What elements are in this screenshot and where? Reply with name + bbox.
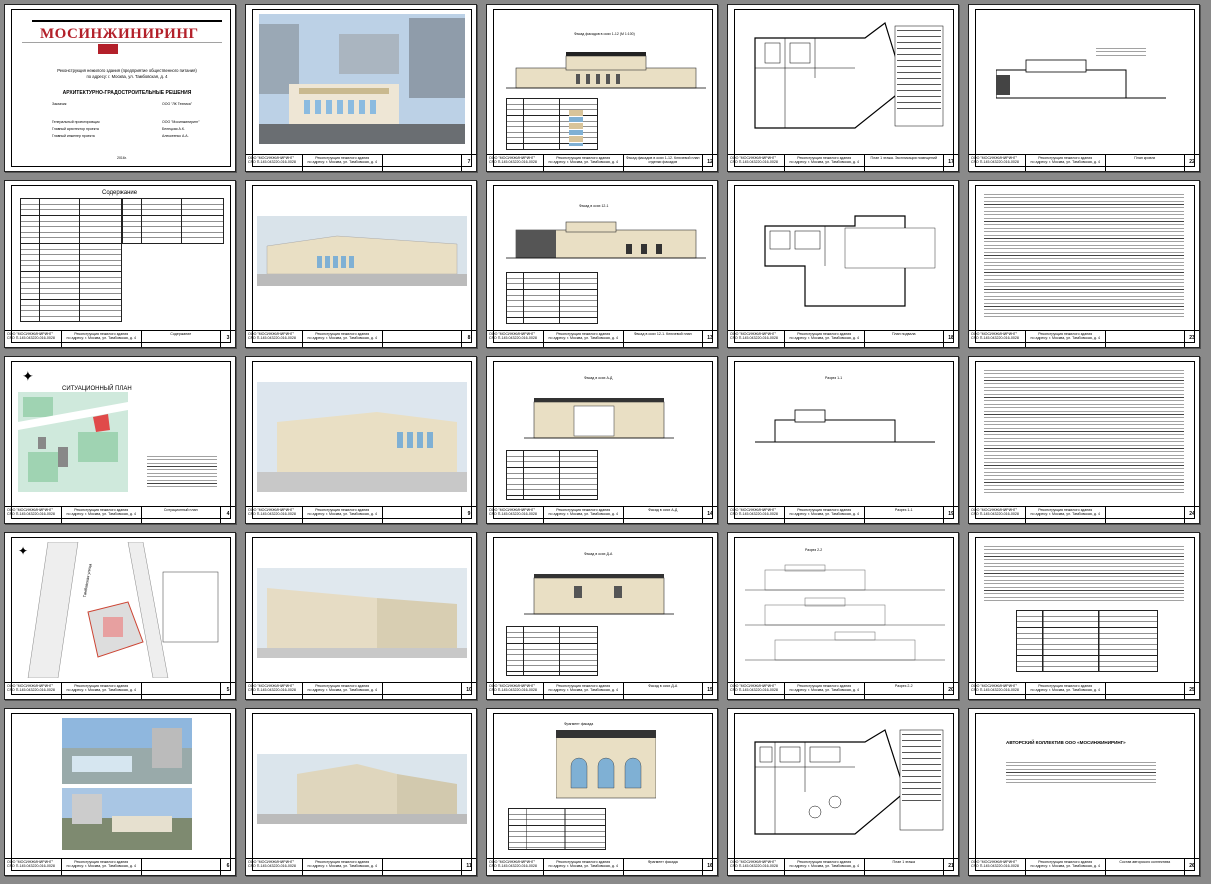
render-image [257,382,467,492]
sheet-frame: МОСИНЖИНИРИНГ Реконструкция нежилого зда… [11,9,231,167]
title-block: ООО "МОСИНЖИНИРИНГ" СРО П-145.043220-016-… [728,858,958,875]
roof-section [996,59,1166,99]
floor-plan [754,729,944,835]
map-legend [147,454,217,490]
compass-icon: ✦ [22,368,34,384]
facade-drawing [524,398,674,439]
sheet-20[interactable]: Разрез 2-2 ООО "МОСИНЖИНИРИНГ" СРО П-145.… [727,532,959,700]
render-image [257,216,467,286]
sheet-9[interactable]: ООО "МОСИНЖИНИРИНГ" СРО П-145.043220-016-… [245,356,477,524]
building-photo [259,14,465,144]
existing-photo-2 [62,788,192,850]
facade-fragment [556,730,656,799]
sheet-18[interactable]: ООО "МОСИНЖИНИРИНГ" СРО П-145.043220-016-… [727,180,959,348]
title-block: ООО "МОСИНЖИНИРИНГ" СРО П-145.043220-016-… [246,858,476,875]
sheet-21[interactable]: ООО "МОСИНЖИНИРИНГ" СРО П-145.043220-016-… [727,708,959,876]
title-block: ООО "МОСИНЖИНИРИНГ" СРО П-145.043220-016-… [5,858,235,875]
section-title: АРХИТЕКТУРНО-ГРАДОСТРОИТЕЛЬНЫЕ РЕШЕНИЯ [62,90,192,96]
title-block: ООО "МОСИНЖИНИРИНГ" СРО П-145.043220-016-… [487,506,717,523]
title-block: ООО "МОСИНЖИНИРИНГ" СРО П-145.043220-016-… [487,682,717,699]
title-block: ООО "МОСИНЖИНИРИНГ" СРО П-145.043220-016-… [969,858,1199,875]
sheet-16[interactable]: Фрагмент фасада ООО "МОСИНЖИНИРИНГ" СРО П… [486,708,718,876]
facade-drawing [506,52,706,89]
basement-plan [764,215,936,307]
title-block: ООО "МОСИНЖИНИРИНГ" СРО П-145.043220-016-… [969,506,1199,523]
facade-drawing [506,221,706,259]
title-block: ООО "МОСИНЖИНИРИНГ" СРО П-145.043220-016-… [5,330,235,347]
finish-table [506,98,598,150]
sheet-grid: МОСИНЖИНИРИНГ Реконструкция нежилого зда… [0,0,1211,884]
contents-table-right [122,198,224,244]
logo-mark [98,44,118,54]
sheet-6[interactable]: ООО "МОСИНЖИНИРИНГ" СРО П-145.043220-016-… [4,708,236,876]
section-drawing [755,409,935,443]
sheet-5[interactable]: ✦ Тамбовская улица ООО "МОСИНЖИНИРИНГ" СР… [4,532,236,700]
sheet-19[interactable]: Разрез 1-1 ООО "МОСИНЖИНИРИНГ" СРО П-145.… [727,356,959,524]
sheet-12[interactable]: Фасад фасадов в осях 1-12 (М 1:100) ООО … [486,4,718,172]
finish-table [506,626,598,676]
sheet-17[interactable]: ООО "МОСИНЖИНИРИНГ" СРО П-145.043220-016-… [727,4,959,172]
title-block: ООО "МОСИНЖИНИРИНГ" СРО П-145.043220-016-… [246,506,476,523]
sheet-8[interactable]: ООО "МОСИНЖИНИРИНГ" СРО П-145.043220-016-… [245,180,477,348]
title-block: ООО "МОСИНЖИНИРИНГ" СРО П-145.043220-016-… [5,682,235,699]
title-block: ООО "МОСИНЖИНИРИНГ" СРО П-145.043220-016-… [969,154,1199,171]
title-block: ООО "МОСИНЖИНИРИНГ" СРО П-145.043220-016-… [487,858,717,875]
explanatory-text [984,544,1184,604]
sheet-23[interactable]: ООО "МОСИНЖИНИРИНГ" СРО П-145.043220-016-… [968,180,1200,348]
title-block: ООО "МОСИНЖИНИРИНГ" СРО П-145.043220-016-… [728,682,958,699]
title-block: ООО "МОСИНЖИНИРИНГ" СРО П-145.043220-016-… [5,506,235,523]
sheet-13[interactable]: Фасад в осях 12-1 ООО "МОСИНЖИНИРИНГ" СРО… [486,180,718,348]
title-block: ООО "МОСИНЖИНИРИНГ" СРО П-145.043220-016-… [246,154,476,171]
existing-photo-1 [62,718,192,784]
tep-table [1016,610,1158,672]
sheet-22[interactable]: ООО "МОСИНЖИНИРИНГ" СРО П-145.043220-016-… [968,4,1200,172]
master-plan-map [27,542,219,678]
title-block: ООО "МОСИНЖИНИРИНГ" СРО П-145.043220-016-… [728,330,958,347]
finish-table [506,272,598,324]
sheet-7[interactable]: ООО "МОСИНЖИНИРИНГ" СРО П-145.043220-016-… [245,4,477,172]
title-block: ООО "МОСИНЖИНИРИНГ" СРО П-145.043220-016-… [728,154,958,171]
sheet-10[interactable]: ООО "МОСИНЖИНИРИНГ" СРО П-145.043220-016-… [245,532,477,700]
title-block: ООО "МОСИНЖИНИРИНГ" СРО П-145.043220-016-… [728,506,958,523]
finish-table [506,450,598,500]
finish-table [508,808,606,850]
authors-list [1006,760,1156,784]
sheet-4[interactable]: ✦ СИТУАЦИОННЫЙ ПЛАН ООО "МОСИНЖИНИРИНГ" С… [4,356,236,524]
render-image [257,568,467,658]
sheet-cover[interactable]: МОСИНЖИНИРИНГ Реконструкция нежилого зда… [4,4,236,172]
render-image [257,754,467,824]
facade-drawing [524,574,674,615]
title-block: ООО "МОСИНЖИНИРИНГ" СРО П-145.043220-016-… [246,682,476,699]
sheet-3[interactable]: Содержание ООО "МОСИНЖИНИРИНГ" СРО П-145.… [4,180,236,348]
sheet-25[interactable]: ООО "МОСИНЖИНИРИНГ" СРО П-145.043220-016-… [968,532,1200,700]
sheet-14[interactable]: Фасад в осях А-Д ООО "МОСИНЖИНИРИНГ" СРО … [486,356,718,524]
title-block: ООО "МОСИНЖИНИРИНГ" СРО П-145.043220-016-… [487,154,717,171]
section-drawing [745,564,945,661]
sheet-26[interactable]: АВТОРСКИЙ КОЛЛЕКТИВ ООО «МОСИНЖИНИРИНГ» … [968,708,1200,876]
title-block: ООО "МОСИНЖИНИРИНГ" СРО П-145.043220-016-… [487,330,717,347]
situation-map [18,392,128,492]
explanatory-text [984,368,1184,494]
title-block: ООО "МОСИНЖИНИРИНГ" СРО П-145.043220-016-… [969,330,1199,347]
title-block: ООО "МОСИНЖИНИРИНГ" СРО П-145.043220-016-… [969,682,1199,699]
floor-plan [754,22,944,129]
contents-table-left [20,198,122,322]
explanatory-text [984,192,1184,318]
sheet-24[interactable]: ООО "МОСИНЖИНИРИНГ" СРО П-145.043220-016-… [968,356,1200,524]
sheet-15[interactable]: Фасад в осях Д-А ООО "МОСИНЖИНИРИНГ" СРО … [486,532,718,700]
sheet-11[interactable]: ООО "МОСИНЖИНИРИНГ" СРО П-145.043220-016-… [245,708,477,876]
title-block: ООО "МОСИНЖИНИРИНГ" СРО П-145.043220-016-… [246,330,476,347]
